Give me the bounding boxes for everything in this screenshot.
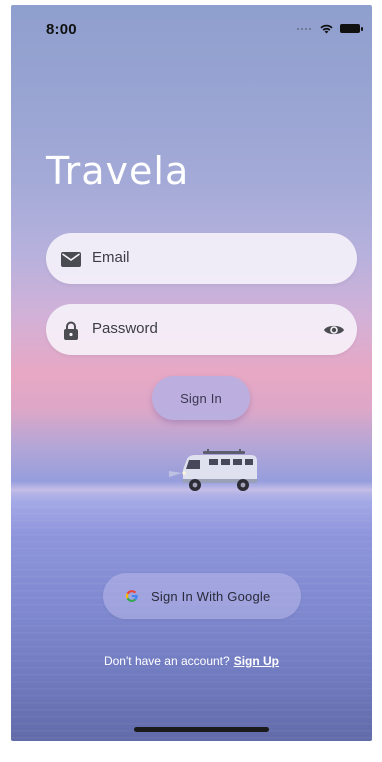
battery-icon [340, 24, 363, 33]
envelope-icon [60, 248, 82, 270]
status-time: 8:00 [46, 21, 77, 38]
lock-icon [60, 319, 82, 341]
password-placeholder: Password [92, 320, 158, 337]
van-illustration [169, 449, 257, 491]
home-indicator [134, 727, 269, 732]
signal-dots-icon [297, 26, 313, 32]
sign-in-button[interactable]: Sign In [152, 376, 250, 420]
email-placeholder: Email [92, 249, 130, 266]
google-sign-in-button[interactable]: Sign In With Google [103, 573, 301, 619]
phone-screen: 8:00 Travela Email Password Sign In Sign… [11, 5, 372, 741]
status-icons [297, 23, 363, 34]
app-title: Travela [46, 149, 190, 193]
email-field[interactable]: Email [46, 233, 357, 284]
signup-prompt: Don't have an account? Sign Up [11, 654, 372, 668]
water-background [11, 499, 372, 741]
sign-up-link[interactable]: Sign Up [234, 654, 279, 668]
wifi-icon [320, 24, 333, 34]
status-bar: 8:00 [11, 5, 372, 45]
google-icon [125, 589, 139, 603]
signup-prompt-text: Don't have an account? [103, 654, 230, 668]
eye-icon[interactable] [323, 319, 345, 341]
google-sign-in-label: Sign In With Google [151, 588, 271, 604]
password-field[interactable]: Password [46, 304, 357, 355]
